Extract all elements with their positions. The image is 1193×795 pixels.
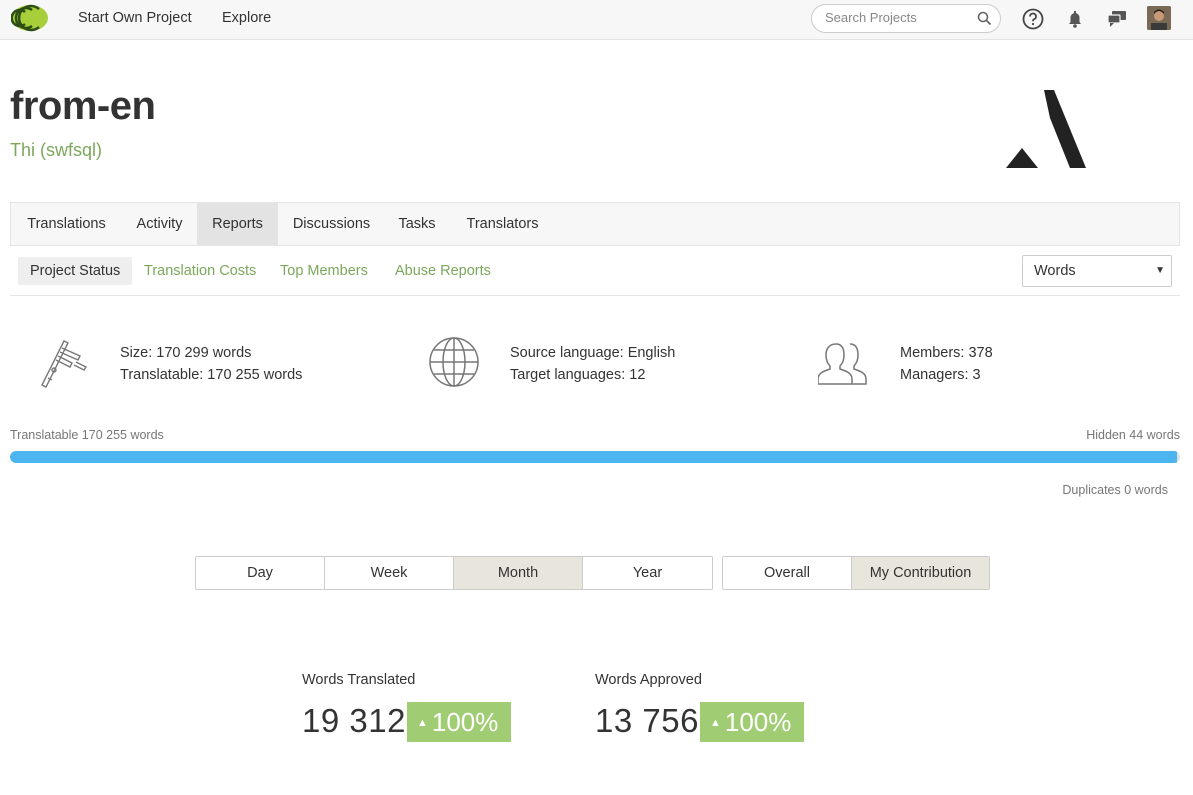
- project-title: from-en: [10, 84, 156, 128]
- subtab-translation-costs[interactable]: Translation Costs: [144, 257, 256, 285]
- globe-icon: [429, 337, 479, 387]
- words-approved-value: 13 756: [595, 702, 699, 739]
- words-translated-value: 19 312: [302, 702, 406, 739]
- tab-tasks[interactable]: Tasks: [385, 203, 449, 245]
- hidden-label: Hidden 44 words: [1086, 428, 1180, 442]
- language-stats: Source language: English Target language…: [510, 342, 675, 386]
- up-arrow-icon: ▲: [710, 717, 721, 729]
- duplicates-label: Duplicates 0 words: [1062, 483, 1168, 497]
- search-box: [811, 4, 1001, 33]
- scope-selector: Overall My Contribution: [722, 556, 990, 590]
- subtab-project-status[interactable]: Project Status: [18, 257, 133, 285]
- scope-overall-button[interactable]: Overall: [723, 557, 852, 589]
- period-selector: Day Week Month Year: [195, 556, 713, 590]
- period-week-button[interactable]: Week: [325, 557, 454, 589]
- explore-link[interactable]: Explore: [222, 10, 271, 26]
- subtab-abuse-reports[interactable]: Abuse Reports: [395, 257, 491, 285]
- notifications-bell-icon[interactable]: [1063, 7, 1087, 31]
- words-translated-change: 100%: [431, 707, 499, 737]
- managers-text: Managers: 3: [900, 367, 981, 383]
- size-text: Size: 170 299 words: [120, 345, 252, 361]
- members-text: Members: 378: [900, 345, 993, 361]
- source-language-text: Source language: English: [510, 345, 676, 361]
- unit-select[interactable]: Words ▼: [1022, 255, 1172, 287]
- search-icon[interactable]: [977, 11, 992, 26]
- progress-fill: [10, 451, 1177, 463]
- crowdin-logo-icon[interactable]: [11, 4, 49, 32]
- dropdown-arrow-icon: ▼: [1155, 265, 1165, 276]
- translatable-text: Translatable: 170 255 words: [120, 367, 303, 383]
- report-subtabs: Project Status Translation Costs Top Mem…: [10, 250, 1180, 296]
- period-year-button[interactable]: Year: [583, 557, 712, 589]
- messages-icon[interactable]: [1105, 7, 1129, 31]
- start-own-project-link[interactable]: Start Own Project: [78, 10, 192, 26]
- tab-activity[interactable]: Activity: [122, 203, 197, 245]
- user-avatar[interactable]: [1147, 6, 1171, 30]
- project-logo: [1006, 90, 1086, 168]
- translation-progress-bar: [10, 451, 1180, 463]
- words-translated-label: Words Translated: [302, 672, 416, 688]
- subtab-top-members[interactable]: Top Members: [280, 257, 368, 285]
- member-stats: Members: 378 Managers: 3: [900, 342, 993, 386]
- period-month-button[interactable]: Month: [454, 557, 583, 589]
- search-input[interactable]: [825, 10, 975, 25]
- words-approved-label: Words Approved: [595, 672, 702, 688]
- size-stats: Size: 170 299 words Translatable: 170 25…: [120, 342, 302, 386]
- tab-reports[interactable]: Reports: [197, 203, 278, 245]
- words-approved-change: 100%: [724, 707, 792, 737]
- up-arrow-icon: ▲: [417, 717, 428, 729]
- scope-my-contribution-button[interactable]: My Contribution: [852, 557, 989, 589]
- caliper-icon: [41, 340, 88, 388]
- project-owner-link[interactable]: Thi (swfsql): [10, 140, 102, 161]
- tab-translations[interactable]: Translations: [11, 203, 122, 245]
- top-bar: Start Own Project Explore: [0, 0, 1193, 40]
- period-day-button[interactable]: Day: [196, 557, 325, 589]
- unit-select-value: Words: [1034, 263, 1076, 279]
- help-icon[interactable]: [1021, 7, 1045, 31]
- target-languages-text: Target languages: 12: [510, 367, 646, 383]
- translatable-label: Translatable 170 255 words: [10, 428, 164, 442]
- tab-discussions[interactable]: Discussions: [278, 203, 385, 245]
- tab-translators[interactable]: Translators: [449, 203, 556, 245]
- words-translated-change-badge: ▲ 100%: [407, 702, 511, 742]
- members-icon: [818, 343, 867, 385]
- words-approved-change-badge: ▲ 100%: [700, 702, 804, 742]
- project-tabs: Translations Activity Reports Discussion…: [10, 202, 1180, 246]
